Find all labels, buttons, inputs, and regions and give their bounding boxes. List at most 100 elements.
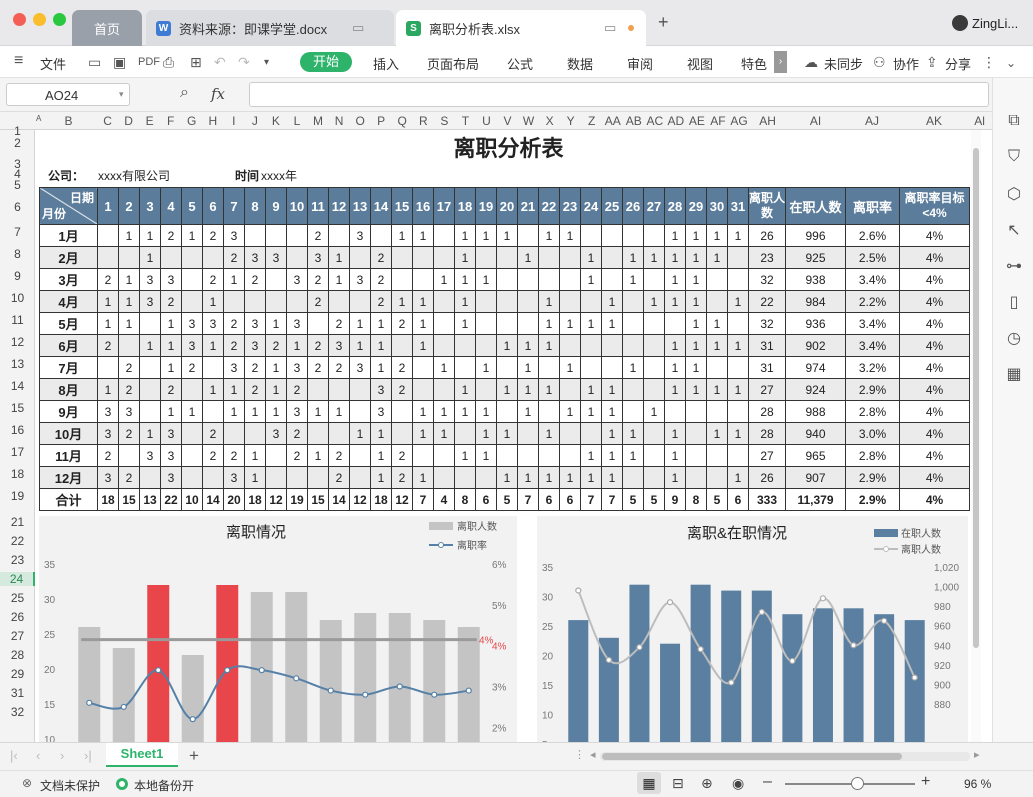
day-cell[interactable]	[349, 246, 371, 269]
day-header[interactable]: 23	[559, 187, 581, 225]
day-cell[interactable]	[265, 268, 287, 291]
day-cell[interactable]: 2	[370, 246, 392, 269]
column-header[interactable]: AD	[665, 114, 686, 128]
day-header[interactable]: 25	[601, 187, 623, 225]
month-cell[interactable]: 8月	[39, 378, 98, 401]
day-cell[interactable]: 1	[475, 400, 497, 423]
day-cell[interactable]: 2	[391, 378, 413, 401]
day-cell[interactable]	[517, 268, 539, 291]
day-cell[interactable]	[265, 466, 287, 489]
day-cell[interactable]: 3	[139, 290, 161, 313]
day-cell[interactable]: 2	[181, 356, 203, 379]
rate-cell[interactable]: 3.4%	[845, 268, 900, 291]
select-pointer-icon[interactable]: ↖	[1004, 220, 1024, 240]
column-header[interactable]: AG	[729, 114, 750, 128]
day-cell[interactable]	[139, 378, 161, 401]
tab-insert[interactable]: 插入	[373, 54, 399, 73]
day-cell[interactable]: 1	[685, 290, 707, 313]
day-cell[interactable]: 1	[622, 268, 644, 291]
pdf-icon[interactable]: PDF	[138, 56, 160, 68]
day-cell[interactable]: 2	[97, 444, 119, 467]
day-cell[interactable]	[265, 224, 287, 247]
day-cell[interactable]: 1	[202, 378, 224, 401]
day-cell[interactable]: 2	[286, 422, 308, 445]
day-cell[interactable]	[307, 422, 329, 445]
day-header[interactable]: 15	[391, 187, 413, 225]
day-cell[interactable]: 1	[475, 268, 497, 291]
horizontal-scrollbar[interactable]	[600, 752, 970, 761]
day-cell[interactable]: 1	[580, 466, 602, 489]
print-preview-icon[interactable]: ⊞	[190, 54, 202, 71]
column-header[interactable]: Y	[560, 114, 581, 128]
month-cell[interactable]: 5月	[39, 312, 98, 335]
history-icon[interactable]: ◷	[1004, 328, 1024, 348]
row-header[interactable]: 22	[0, 534, 35, 548]
day-cell[interactable]: 1	[685, 268, 707, 291]
header-rate[interactable]: 离职率	[845, 187, 900, 225]
day-cell[interactable]: 3	[370, 400, 392, 423]
day-cell[interactable]: 1	[727, 334, 749, 357]
file-menu[interactable]: 文件	[40, 54, 66, 73]
column-header[interactable]: G	[181, 114, 202, 128]
day-cell[interactable]: 3	[160, 444, 182, 467]
row-header[interactable]: 8	[0, 247, 35, 261]
column-header[interactable]: Al	[970, 114, 990, 128]
zoom-slider-knob[interactable]	[850, 777, 864, 790]
monitor-icon[interactable]: ▭	[352, 20, 364, 36]
day-cell[interactable]	[433, 466, 455, 489]
day-cell[interactable]: 1	[412, 466, 434, 489]
day-header[interactable]: 5	[181, 187, 203, 225]
day-cell[interactable]: 3	[286, 268, 308, 291]
day-cell[interactable]: 1	[559, 400, 581, 423]
day-cell[interactable]: 1	[622, 356, 644, 379]
day-cell[interactable]: 2	[118, 422, 140, 445]
day-cell[interactable]: 1	[328, 268, 350, 291]
day-cell[interactable]	[433, 444, 455, 467]
day-cell[interactable]: 2	[118, 378, 140, 401]
total-day-cell[interactable]: 18	[97, 488, 119, 511]
more-icon[interactable]: ⋮	[982, 54, 996, 71]
quit-count-cell[interactable]: 32	[748, 268, 786, 291]
row-header[interactable]: 17	[0, 445, 35, 459]
page-break-view-icon[interactable]: ⊕	[701, 775, 713, 792]
day-cell[interactable]: 1	[517, 378, 539, 401]
day-header[interactable]: 13	[349, 187, 371, 225]
day-cell[interactable]	[265, 290, 287, 313]
column-header[interactable]: J	[244, 114, 265, 128]
row-header[interactable]: 15	[0, 401, 35, 415]
row-header[interactable]: 29	[0, 667, 35, 681]
day-header[interactable]: 7	[223, 187, 245, 225]
day-cell[interactable]: 3	[286, 356, 308, 379]
day-cell[interactable]	[181, 246, 203, 269]
style-icon[interactable]: ⧉	[1004, 112, 1024, 130]
column-header[interactable]: B	[40, 114, 97, 128]
target-cell[interactable]: 4%	[899, 422, 970, 445]
day-cell[interactable]	[580, 224, 602, 247]
day-cell[interactable]	[622, 312, 644, 335]
total-day-cell[interactable]: 6	[538, 488, 560, 511]
day-cell[interactable]: 1	[412, 400, 434, 423]
day-header[interactable]: 16	[412, 187, 434, 225]
day-cell[interactable]: 3	[244, 246, 266, 269]
rate-cell[interactable]: 3.0%	[845, 422, 900, 445]
day-cell[interactable]: 1	[559, 224, 581, 247]
minimize-window-button[interactable]	[33, 13, 46, 26]
day-cell[interactable]	[496, 290, 518, 313]
day-cell[interactable]: 1	[496, 224, 518, 247]
day-cell[interactable]: 1	[622, 444, 644, 467]
day-cell[interactable]	[118, 444, 140, 467]
day-cell[interactable]: 1	[328, 246, 350, 269]
day-header[interactable]: 31	[727, 187, 749, 225]
day-cell[interactable]: 1	[601, 312, 623, 335]
day-cell[interactable]: 1	[370, 312, 392, 335]
day-cell[interactable]	[559, 422, 581, 445]
day-cell[interactable]: 1	[538, 422, 560, 445]
day-cell[interactable]	[496, 246, 518, 269]
tab-start[interactable]: 开始	[300, 52, 352, 72]
day-cell[interactable]	[643, 444, 665, 467]
day-header[interactable]: 19	[475, 187, 497, 225]
day-cell[interactable]: 1	[601, 290, 623, 313]
target-cell[interactable]: 4%	[899, 268, 970, 291]
day-cell[interactable]	[181, 422, 203, 445]
total-day-cell[interactable]: 12	[391, 488, 413, 511]
